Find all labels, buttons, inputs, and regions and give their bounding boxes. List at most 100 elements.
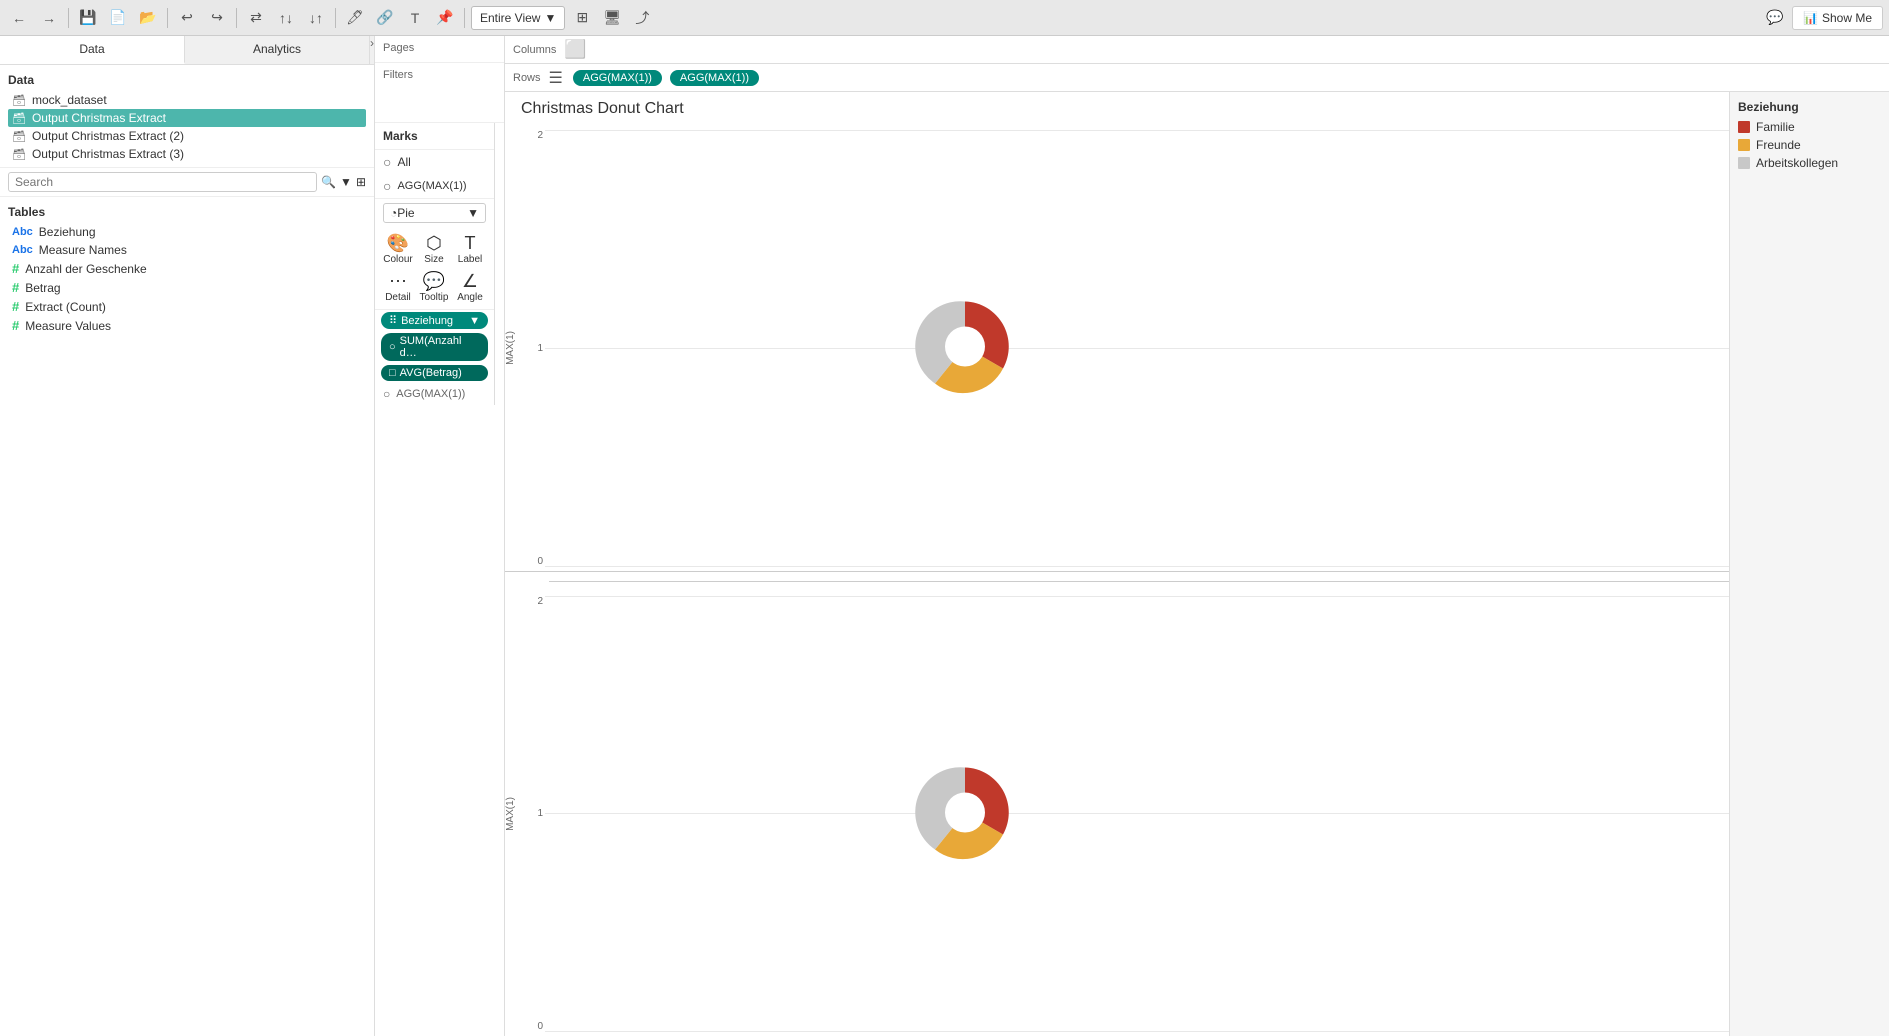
- share-button[interactable]: ⤴: [629, 5, 655, 31]
- grid-line-3: [545, 566, 1729, 567]
- back-button[interactable]: ←: [6, 5, 32, 31]
- legend-color-freunde: [1738, 139, 1750, 151]
- forward-button[interactable]: →: [36, 5, 62, 31]
- legend-label-freunde: Freunde: [1756, 138, 1801, 152]
- undo-button[interactable]: ↩: [174, 5, 200, 31]
- label-icon: T: [465, 233, 476, 254]
- abc-icon: Abc: [12, 226, 33, 238]
- show-me-icon: 📊: [1803, 11, 1818, 25]
- hash-icon-3: #: [12, 299, 19, 314]
- marks-pill-beziehung[interactable]: ⠿ Beziehung ▼: [381, 312, 488, 329]
- legend-label-arbeitskollegen: Arbeitskollegen: [1756, 156, 1838, 170]
- pin-button[interactable]: 📌: [432, 5, 458, 31]
- hash-icon-1: #: [12, 261, 19, 276]
- view-dropdown-label: Entire View: [480, 11, 540, 25]
- marks-angle[interactable]: ∠ Angle: [453, 269, 487, 305]
- field-measure-names[interactable]: Abc Measure Names: [8, 241, 366, 259]
- row-pill-2[interactable]: AGG(MAX(1)): [670, 70, 759, 86]
- speech-icon: □: [389, 367, 396, 379]
- divider-border: [549, 581, 1729, 582]
- grid-line-b3: [545, 1031, 1729, 1032]
- pie-svg-top: [915, 297, 1015, 397]
- field-anzahl[interactable]: # Anzahl der Geschenke: [8, 259, 366, 278]
- size-icon: ⬡: [426, 233, 442, 254]
- search-icon[interactable]: 🔍: [321, 175, 336, 189]
- dataset-output-christmas-3[interactable]: 🗃 Output Christmas Extract (3): [8, 145, 366, 163]
- tick-top-0: 0: [537, 556, 543, 567]
- marks-type-dropdown[interactable]: ◔ Pie ▼: [383, 203, 486, 223]
- grid-view-icon[interactable]: ⊞: [356, 175, 366, 189]
- show-me-button[interactable]: 📊 Show Me: [1792, 6, 1883, 30]
- legend-label-familie: Familie: [1756, 120, 1795, 134]
- field-beziehung-label: Beziehung: [39, 225, 96, 239]
- data-section: Data 🗃 mock_dataset 🗃 Output Christmas E…: [0, 65, 374, 168]
- marks-colour[interactable]: 🎨 Colour: [381, 231, 415, 267]
- tab-analytics[interactable]: Analytics: [185, 36, 370, 64]
- left-sidebar: Data Analytics › Data 🗃 mock_dataset 🗃 O…: [0, 36, 375, 1036]
- field-beziehung[interactable]: Abc Beziehung: [8, 223, 366, 241]
- sort-desc-button[interactable]: ↓↑: [303, 5, 329, 31]
- pill-beziehung-label: Beziehung: [401, 315, 453, 327]
- label-label: Label: [458, 254, 482, 265]
- dataset-christmas-label: Output Christmas Extract: [32, 111, 166, 125]
- tab-data[interactable]: Data: [0, 36, 185, 64]
- marks-agg-item[interactable]: ○ AGG(MAX(1)): [375, 174, 494, 199]
- dataset-christmas-3-label: Output Christmas Extract (3): [32, 147, 184, 161]
- marks-pill-sum-anzahl[interactable]: ○ SUM(Anzahl d…: [381, 333, 488, 361]
- grid-line-2: [545, 348, 1729, 349]
- tick-top-2: 2: [537, 130, 543, 141]
- marks-title: Marks: [375, 123, 494, 150]
- marks-label[interactable]: T Label: [453, 231, 487, 267]
- main-area: Data Analytics › Data 🗃 mock_dataset 🗃 O…: [0, 36, 1889, 1036]
- grid-lines-top: [545, 126, 1729, 571]
- field-betrag[interactable]: # Betrag: [8, 278, 366, 297]
- text-button[interactable]: T: [402, 5, 428, 31]
- y-ticks-bottom: 2 1 0: [521, 592, 545, 1036]
- view-dropdown[interactable]: Entire View ▼: [471, 6, 565, 30]
- filters-shelf: Filters: [375, 63, 504, 123]
- highlight-button[interactable]: 🖊: [342, 5, 368, 31]
- top-pane-content: [545, 126, 1729, 571]
- chat-button[interactable]: 💬: [1762, 5, 1788, 31]
- legend-item-freunde[interactable]: Freunde: [1738, 138, 1881, 152]
- marks-properties: 🎨 Colour ⬡ Size T Label ⋯ Detail: [375, 227, 494, 310]
- filter-icon[interactable]: ▼: [340, 175, 352, 189]
- tick-bottom-1: 1: [537, 808, 543, 819]
- search-input[interactable]: [8, 172, 317, 192]
- pill-avg-betrag-label: AVG(Betrag): [400, 367, 462, 379]
- dataset-output-christmas-2[interactable]: 🗃 Output Christmas Extract (2): [8, 127, 366, 145]
- new-button[interactable]: 📄: [105, 5, 131, 31]
- grid-button[interactable]: ⊞: [569, 5, 595, 31]
- chart-inner: Christmas Donut Chart MAX(1) 2 1 0: [505, 92, 1729, 1036]
- row-pill-1[interactable]: AGG(MAX(1)): [573, 70, 662, 86]
- separator-3: [236, 8, 237, 28]
- legend-item-arbeitskollegen[interactable]: Arbeitskollegen: [1738, 156, 1881, 170]
- dataset-output-christmas[interactable]: 🗃 Output Christmas Extract: [8, 109, 366, 127]
- sort-asc-button[interactable]: ↑↓: [273, 5, 299, 31]
- grid-lines-bottom: [545, 592, 1729, 1036]
- present-button[interactable]: 🖥: [599, 5, 625, 31]
- columns-icon: ⬜: [564, 39, 586, 60]
- top-pane: MAX(1) 2 1 0: [505, 126, 1729, 572]
- redo-button[interactable]: ↪: [204, 5, 230, 31]
- tick-top-1: 1: [537, 343, 543, 354]
- field-measure-values[interactable]: # Measure Values: [8, 316, 366, 335]
- legend-item-familie[interactable]: Familie: [1738, 120, 1881, 134]
- marks-size[interactable]: ⬡ Size: [417, 231, 451, 267]
- dataset-mock[interactable]: 🗃 mock_dataset: [8, 91, 366, 109]
- open-button[interactable]: 📂: [135, 5, 161, 31]
- colour-icon: 🎨: [387, 233, 409, 254]
- marks-detail[interactable]: ⋯ Detail: [381, 269, 415, 305]
- dots-icon: ⠿: [389, 314, 397, 327]
- marks-tooltip[interactable]: 💬 Tooltip: [417, 269, 451, 305]
- swap-button[interactable]: ⇄: [243, 5, 269, 31]
- sidebar-close-icon[interactable]: ›: [370, 36, 374, 64]
- field-extract-count[interactable]: # Extract (Count): [8, 297, 366, 316]
- save-button[interactable]: 💾: [75, 5, 101, 31]
- canvas-area: Columns ⬜ Rows ☰ AGG(MAX(1)) AGG(MAX(1))…: [505, 36, 1889, 1036]
- marks-agg2[interactable]: ○ AGG(MAX(1)): [375, 383, 494, 405]
- colour-label: Colour: [383, 254, 412, 265]
- link-button[interactable]: 🔗: [372, 5, 398, 31]
- marks-pill-avg-betrag[interactable]: □ AVG(Betrag): [381, 365, 488, 381]
- marks-all-item[interactable]: ○ All: [375, 150, 494, 174]
